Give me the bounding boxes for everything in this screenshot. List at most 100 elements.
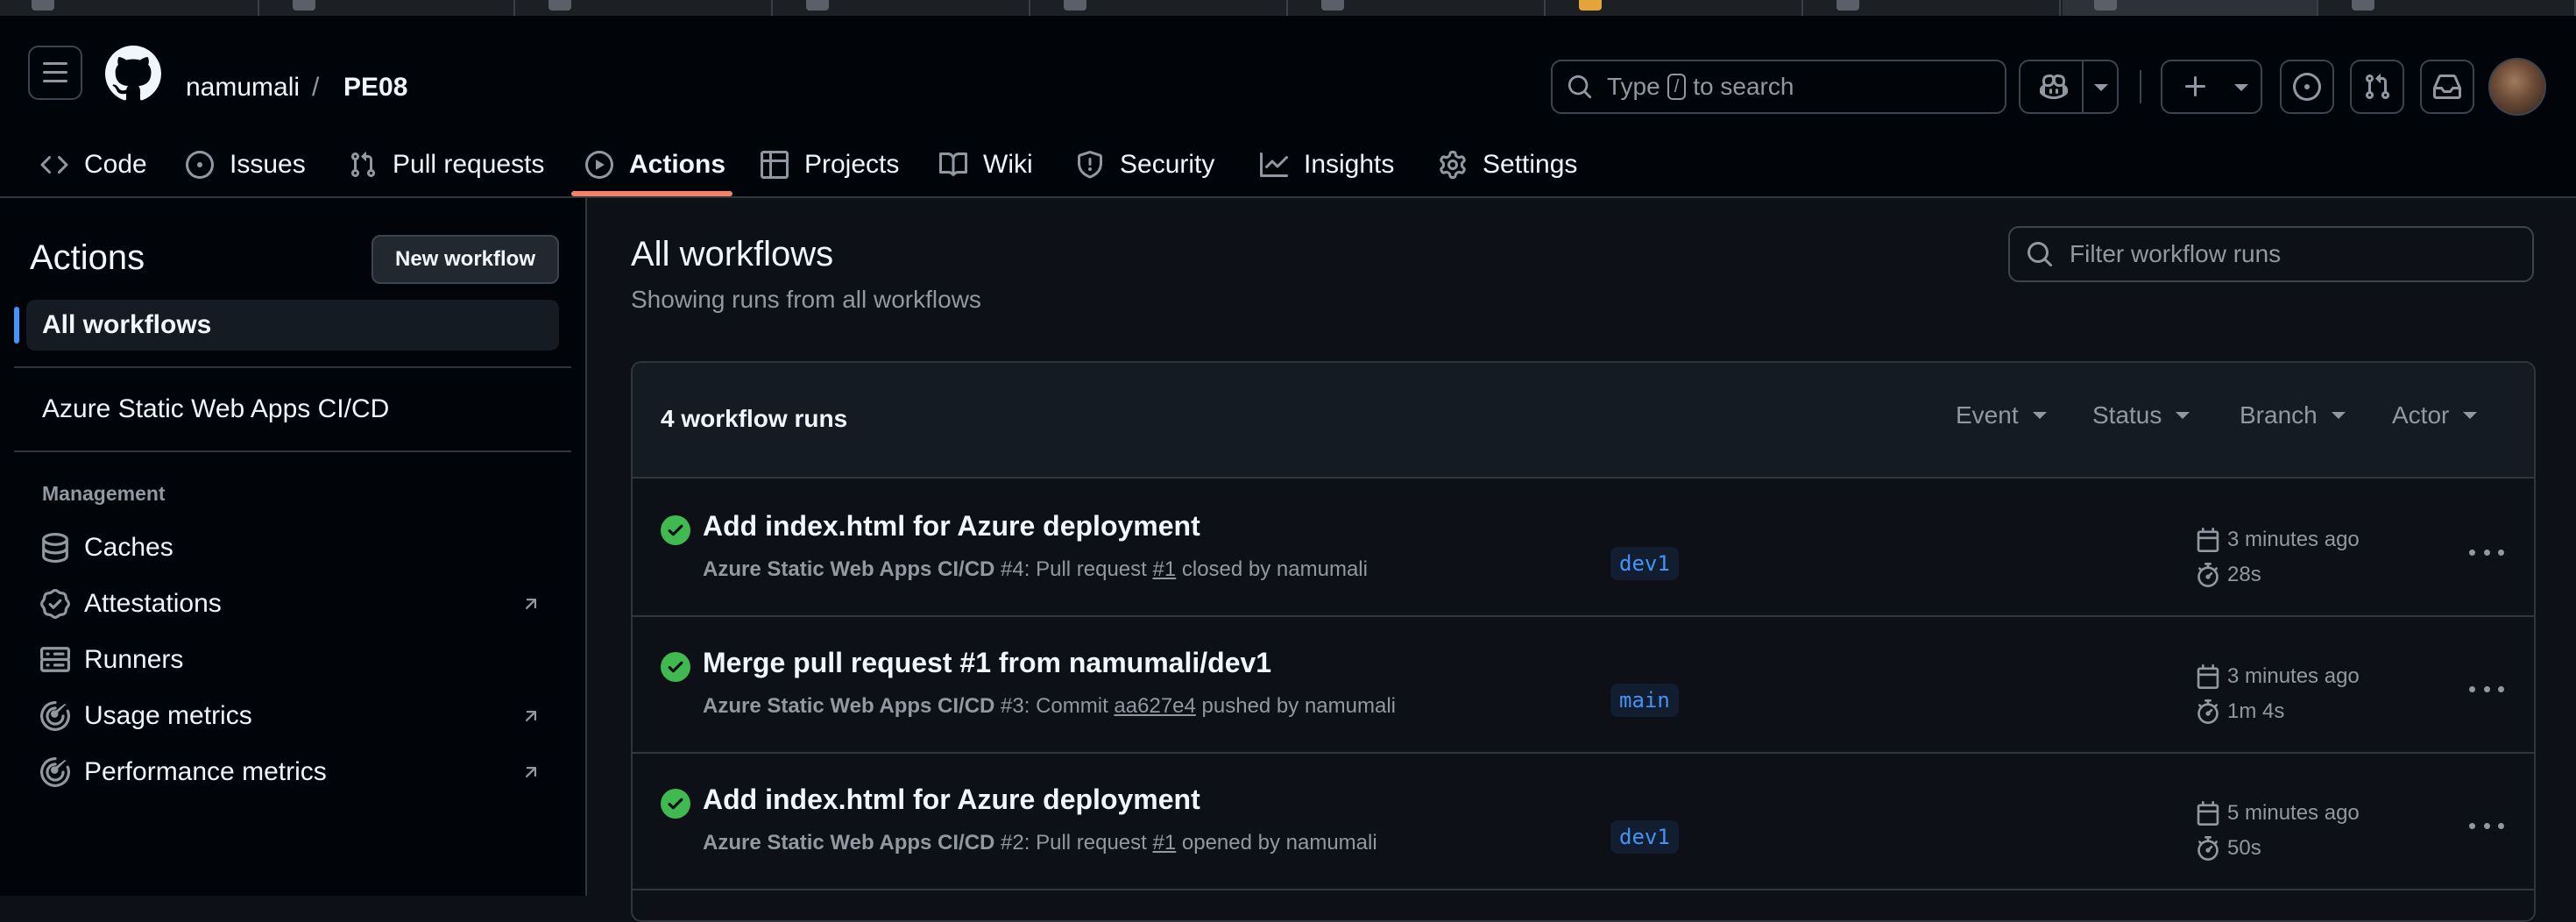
run-trigger: : Pull request xyxy=(1023,557,1153,581)
browser-tab[interactable] xyxy=(1032,0,1288,16)
stopwatch-icon xyxy=(2197,836,2219,861)
pull-requests-button[interactable] xyxy=(2350,60,2404,114)
search-input[interactable]: Type / to search xyxy=(1551,60,2006,114)
workflow-runs-list: 4 workflow runs Event Status Branch Acto… xyxy=(631,361,2536,922)
run-meta: Azure Static Web Apps CI/CD #4: Pull req… xyxy=(703,557,1368,582)
filter-label: Status xyxy=(2092,401,2162,429)
tab-pull-requests[interactable]: Pull requests xyxy=(349,138,544,191)
run-duration: 1m 4s xyxy=(2196,699,2284,724)
copilot-icon xyxy=(2040,74,2068,100)
browser-tab[interactable] xyxy=(1805,0,2061,16)
kebab-menu-icon[interactable] xyxy=(2469,680,2504,698)
browser-tab-strip xyxy=(0,0,2576,16)
run-timestamp: 5 minutes ago xyxy=(2196,801,2360,826)
verified-icon xyxy=(40,589,70,619)
sidebar-item-caches[interactable]: Caches xyxy=(26,522,559,573)
runs-list-header: 4 workflow runs Event Status Branch Acto… xyxy=(633,363,2534,479)
tab-projects[interactable]: Projects xyxy=(761,138,899,191)
browser-tab-active[interactable] xyxy=(2063,0,2318,16)
run-timestamp: 3 minutes ago xyxy=(2196,664,2360,689)
sidebar-item-performance-metrics[interactable]: Performance metrics xyxy=(26,747,559,798)
event-filter-dropdown[interactable]: Event xyxy=(1956,401,2047,429)
workflow-run-row[interactable]: Merge pull request #1 from namumali/dev1… xyxy=(633,617,2534,754)
workflow-run-row[interactable]: Add index.html for Azure deployment Azur… xyxy=(633,754,2534,890)
issue-icon xyxy=(2293,73,2321,101)
branch-label[interactable]: dev1 xyxy=(1610,820,1679,854)
sidebar-item-usage-metrics[interactable]: Usage metrics xyxy=(26,691,559,741)
sidebar-title: Actions xyxy=(30,238,145,277)
tab-label: Settings xyxy=(1483,150,1578,179)
run-ref-link[interactable]: #1 xyxy=(1153,557,1177,581)
run-title[interactable]: Merge pull request #1 from namumali/dev1 xyxy=(703,647,1271,679)
issues-button[interactable] xyxy=(2280,60,2334,114)
sidebar-item-label: Caches xyxy=(84,533,173,562)
plus-icon xyxy=(2185,76,2205,96)
browser-tab[interactable] xyxy=(1290,0,1546,16)
branch-label[interactable]: main xyxy=(1610,684,1679,717)
sidebar-item-runners[interactable]: Runners xyxy=(26,635,559,685)
tab-settings[interactable]: Settings xyxy=(1439,138,1577,191)
check-circle-icon xyxy=(661,652,690,682)
tab-favicon-icon xyxy=(1579,0,1602,11)
browser-tab[interactable] xyxy=(2320,0,2576,16)
github-logo-icon[interactable] xyxy=(105,46,161,102)
run-duration: 50s xyxy=(2196,836,2261,861)
table-icon xyxy=(761,151,789,179)
sidebar-item-workflow[interactable]: Azure Static Web Apps CI/CD xyxy=(26,384,559,435)
global-header: namumali / PE08 Type / to search Code Is… xyxy=(0,16,2576,198)
run-workflow-name: Azure Static Web Apps CI/CD xyxy=(703,831,995,855)
browser-tab[interactable] xyxy=(775,0,1030,16)
sidebar-item-attestations[interactable]: Attestations xyxy=(26,578,559,629)
tab-code[interactable]: Code xyxy=(40,138,147,191)
copilot-button[interactable] xyxy=(2019,60,2119,114)
tab-label: Issues xyxy=(230,150,306,179)
sidebar-item-label: Performance metrics xyxy=(84,757,327,786)
browser-tab[interactable] xyxy=(517,0,773,16)
page-subtitle: Showing runs from all workflows xyxy=(631,286,981,313)
check-circle-icon xyxy=(661,515,690,545)
tab-issues[interactable]: Issues xyxy=(186,138,306,191)
tab-insights[interactable]: Insights xyxy=(1260,138,1394,191)
sidebar-item-label: Usage metrics xyxy=(84,701,252,730)
run-duration: 28s xyxy=(2196,563,2261,587)
runs-count: 4 workflow runs xyxy=(661,405,848,432)
run-actor: closed by namumali xyxy=(1176,557,1368,581)
run-meta: Azure Static Web Apps CI/CD #3: Commit a… xyxy=(703,694,1396,719)
browser-tab[interactable] xyxy=(0,0,259,16)
menu-button[interactable] xyxy=(28,46,82,100)
workflow-run-row[interactable]: Add index.html for Azure deployment Azur… xyxy=(633,480,2534,617)
kebab-menu-icon[interactable] xyxy=(2469,543,2504,561)
breadcrumb-owner[interactable]: namumali xyxy=(186,70,300,105)
branch-label[interactable]: dev1 xyxy=(1610,547,1679,580)
status-filter-dropdown[interactable]: Status xyxy=(2092,401,2190,429)
run-title[interactable]: Add index.html for Azure deployment xyxy=(703,510,1200,543)
browser-tab[interactable] xyxy=(1547,0,1803,16)
inbox-button[interactable] xyxy=(2420,60,2474,114)
run-duration-value: 1m 4s xyxy=(2227,699,2285,723)
run-title[interactable]: Add index.html for Azure deployment xyxy=(703,784,1200,816)
create-new-button[interactable] xyxy=(2161,60,2262,114)
run-ref-link[interactable]: #1 xyxy=(1153,831,1177,855)
tab-favicon-icon xyxy=(1321,0,1344,11)
breadcrumb-repo[interactable]: PE08 xyxy=(343,70,407,105)
divider xyxy=(14,366,571,368)
hamburger-icon xyxy=(43,62,67,82)
sidebar-item-all-workflows[interactable]: All workflows xyxy=(14,300,559,351)
tab-favicon-icon xyxy=(2352,0,2374,11)
avatar[interactable] xyxy=(2488,58,2546,116)
kebab-menu-icon[interactable] xyxy=(2469,817,2504,834)
run-duration-value: 28s xyxy=(2227,563,2261,586)
run-ref-link[interactable]: aa627e4 xyxy=(1114,694,1195,718)
actor-filter-dropdown[interactable]: Actor xyxy=(2392,401,2478,429)
browser-tab[interactable] xyxy=(261,0,515,16)
tab-favicon-icon xyxy=(1064,0,1086,11)
new-workflow-button[interactable]: New workflow xyxy=(372,235,559,284)
tab-wiki[interactable]: Wiki xyxy=(939,138,1033,191)
sidebar-item-label: All workflows xyxy=(42,310,212,339)
tab-security[interactable]: Security xyxy=(1076,138,1214,191)
chevron-down-icon xyxy=(2176,412,2190,419)
filter-runs-input[interactable]: Filter workflow runs xyxy=(2008,226,2534,282)
tab-actions[interactable]: Actions xyxy=(585,138,725,191)
branch-filter-dropdown[interactable]: Branch xyxy=(2240,401,2346,429)
breadcrumb-separator: / xyxy=(312,73,320,102)
